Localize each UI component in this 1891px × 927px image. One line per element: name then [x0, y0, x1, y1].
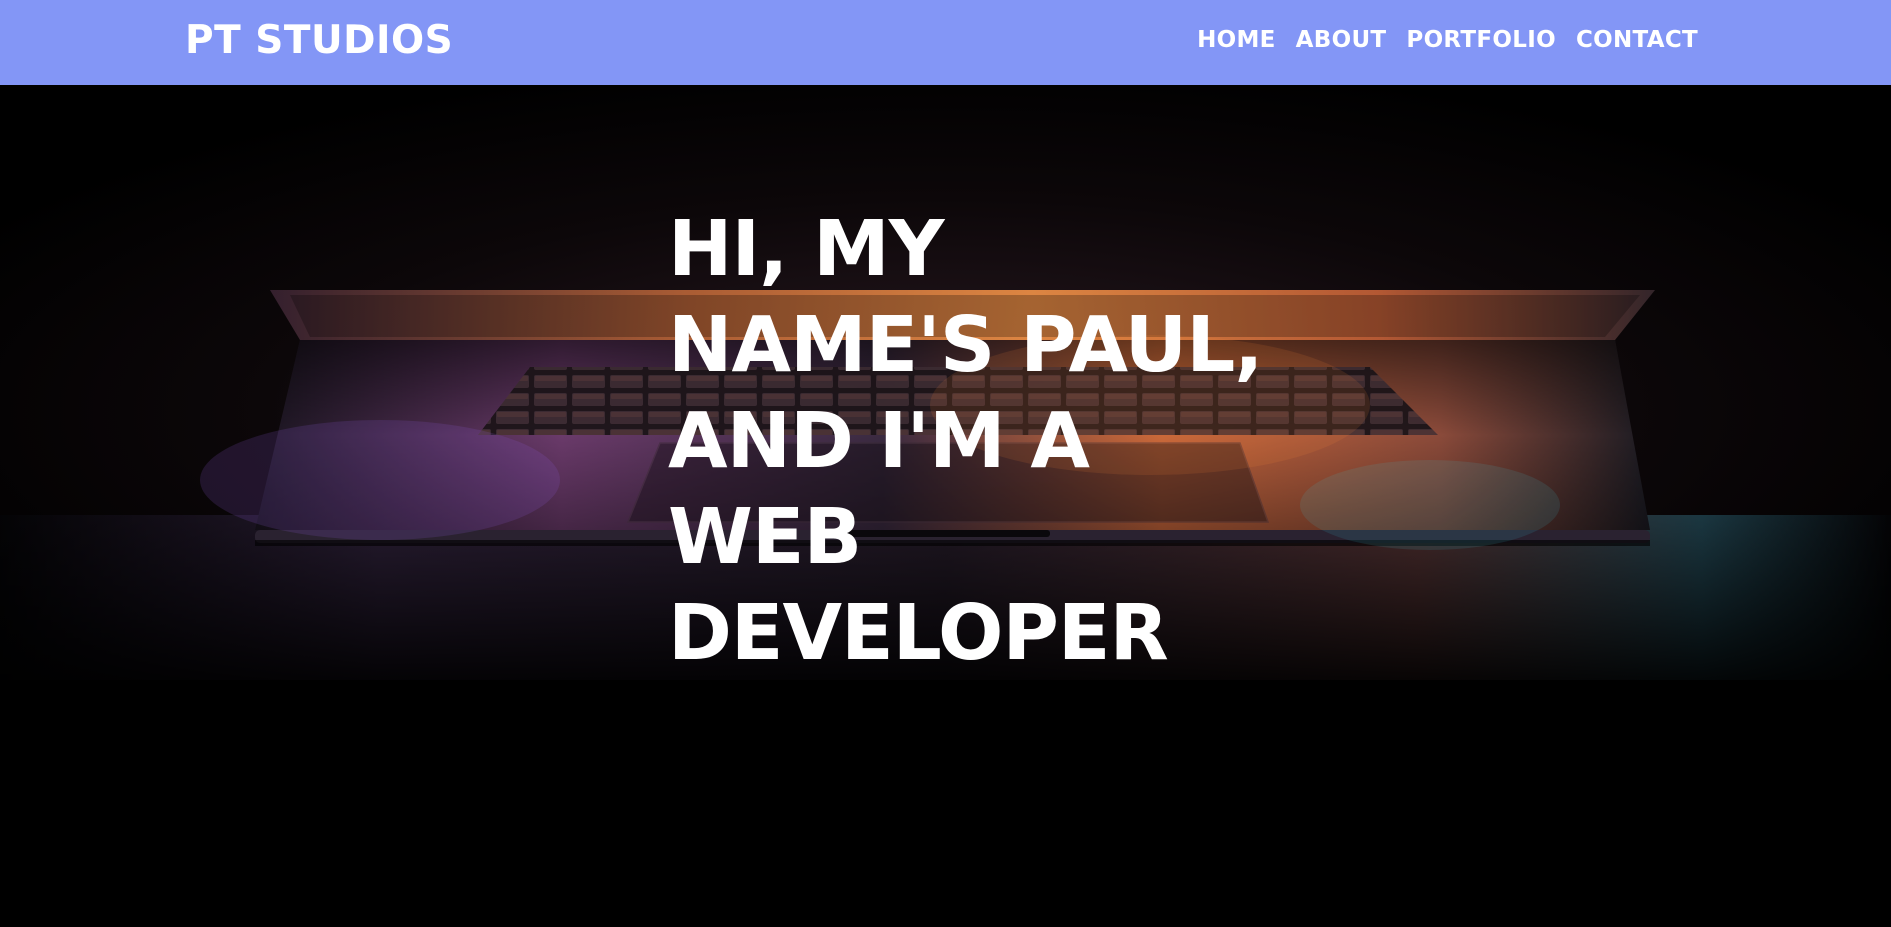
hero-heading-line-5: DEVELOPER: [668, 589, 1169, 678]
nav-item-home: HOME: [1197, 24, 1276, 56]
top-navbar: PT STUDIOS HOME ABOUT PORTFOLIO CONTACT: [0, 0, 1891, 85]
nav-link-about[interactable]: ABOUT: [1296, 27, 1387, 53]
brand-logo-link[interactable]: PT STUDIOS: [185, 18, 453, 64]
hero-heading-line-2: NAME'S PAUL,: [668, 301, 1264, 390]
nav-list: HOME ABOUT PORTFOLIO CONTACT: [1197, 24, 1698, 56]
hero-heading-line-1: HI, MY: [668, 205, 945, 294]
nav-link-home[interactable]: HOME: [1197, 27, 1276, 53]
nav-link-portfolio[interactable]: PORTFOLIO: [1406, 27, 1556, 53]
nav-link-contact[interactable]: CONTACT: [1576, 27, 1698, 53]
hero-section: HI, MY NAME'S PAUL, AND I'M A WEB DEVELO…: [0, 85, 1891, 927]
nav-item-portfolio: PORTFOLIO: [1406, 24, 1556, 56]
hero-heading: HI, MY NAME'S PAUL, AND I'M A WEB DEVELO…: [668, 202, 1264, 682]
hero-heading-line-4: WEB: [668, 493, 862, 582]
nav-item-contact: CONTACT: [1576, 24, 1698, 56]
nav-item-about: ABOUT: [1296, 24, 1387, 56]
hero-heading-line-3: AND I'M A: [668, 397, 1090, 486]
